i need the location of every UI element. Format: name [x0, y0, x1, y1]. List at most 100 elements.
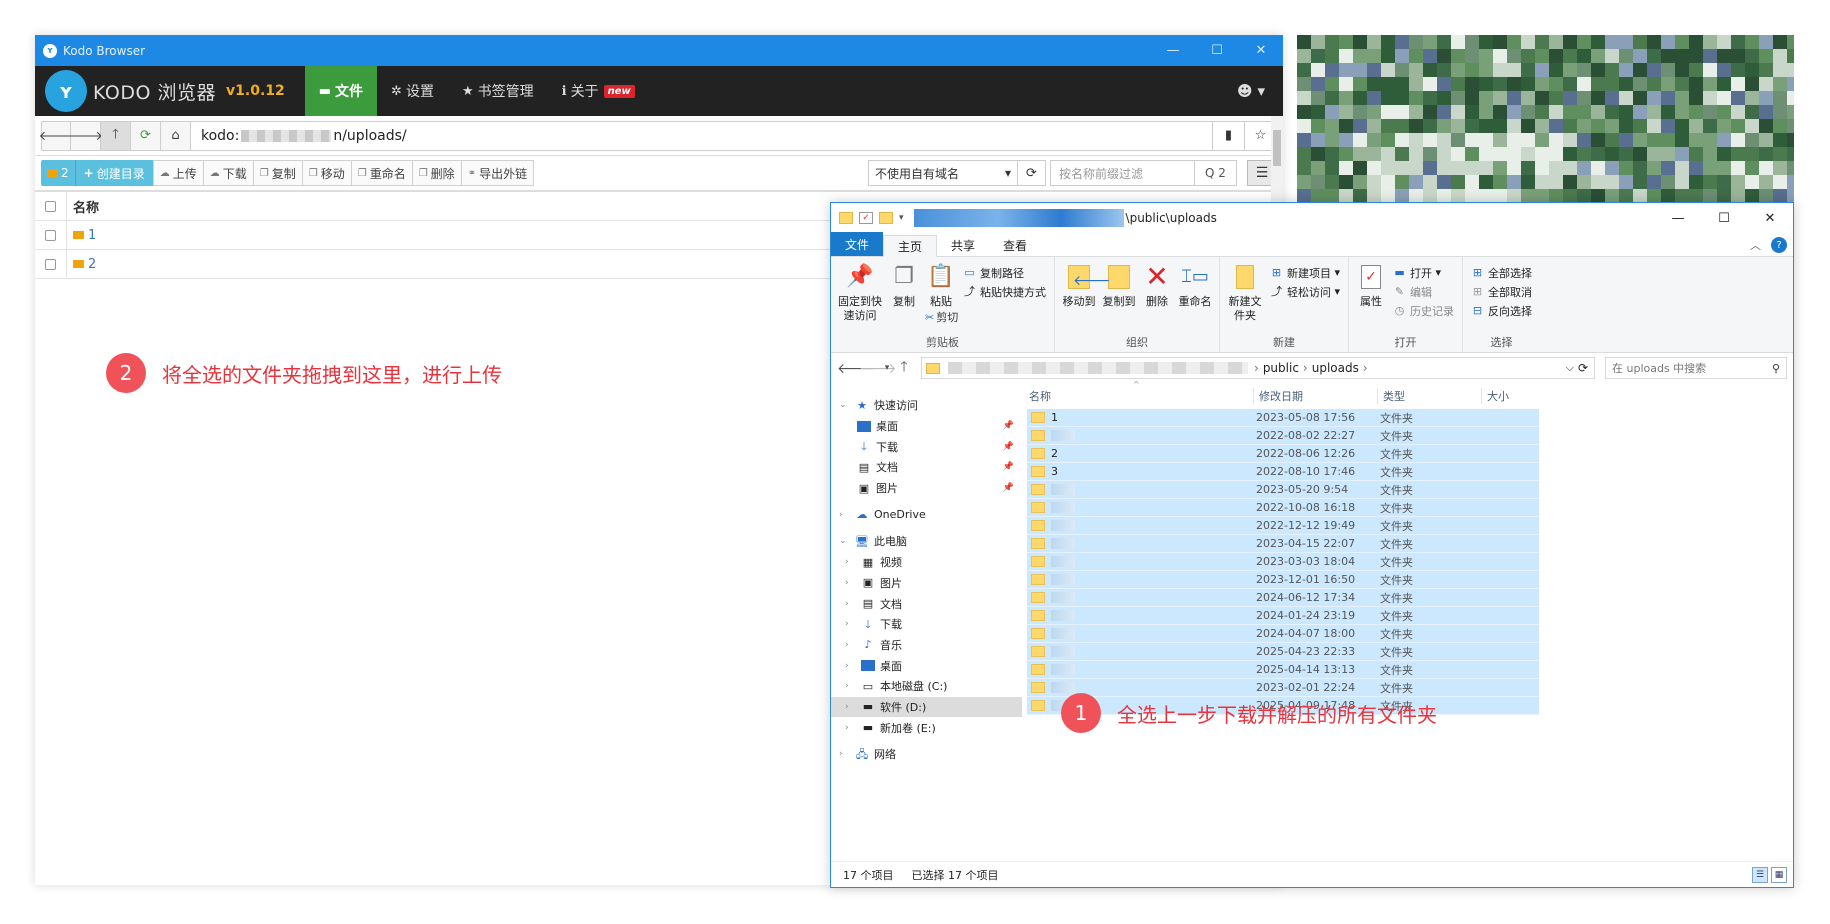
forward-button[interactable]: 🡒	[68, 120, 103, 151]
rename-button[interactable]: ❐ 重命名	[351, 160, 413, 186]
explorer-search-input[interactable]: 在 uploads 中搜索 ⚲	[1605, 357, 1787, 379]
breadcrumb-uploads[interactable]: uploads	[1312, 361, 1359, 375]
details-view-icon[interactable]: ☰	[1752, 866, 1768, 883]
nav-pc-desktop[interactable]: › 桌面	[831, 655, 1022, 676]
home-button[interactable]: ⌂	[161, 120, 191, 151]
column-modified[interactable]: 修改日期	[1253, 388, 1377, 404]
nav-pc-drive-e[interactable]: › ▬ 新加卷 (E:)	[831, 717, 1022, 738]
copy-to-button[interactable]: 复制到	[1099, 261, 1139, 334]
bookmark-button[interactable]: ▮	[1213, 120, 1245, 151]
recent-locations-button[interactable]: ▾	[881, 363, 893, 373]
help-icon[interactable]: ?	[1771, 237, 1787, 253]
copy-button[interactable]: ❐ 复制	[253, 160, 303, 186]
refresh-button[interactable]: ⟳	[131, 120, 161, 151]
list-item[interactable]: 2023-03-03 18:04 文件夹	[1027, 553, 1539, 571]
row-name[interactable]: 1	[67, 228, 96, 243]
back-button[interactable]: 🡐	[837, 360, 875, 377]
list-item[interactable]: 2023-12-01 16:50 文件夹	[1027, 571, 1539, 589]
header-name[interactable]: 名称	[67, 197, 99, 216]
nav-bookmarks[interactable]: ★ 书签管理	[448, 66, 548, 116]
nav-pc-documents[interactable]: › ▤ 文档	[831, 593, 1022, 614]
row-name[interactable]: 2	[67, 257, 96, 272]
list-item[interactable]: 2024-06-12 17:34 文件夹	[1027, 589, 1539, 607]
minimize-button[interactable]: —	[1655, 211, 1701, 226]
properties-icon[interactable]: ✓	[859, 212, 873, 224]
nav-quick-downloads[interactable]: 🡓 下载 📌	[831, 436, 1022, 457]
easy-access-button[interactable]: ⤴ 轻松访问 ▾	[1270, 282, 1340, 301]
upload-button[interactable]: ☁ 上传	[152, 160, 204, 186]
tab-view[interactable]: 查看	[989, 234, 1041, 256]
select-all-button[interactable]: ⊞ 全部选择	[1471, 263, 1532, 282]
column-size[interactable]: 大小	[1481, 388, 1551, 404]
filter-input[interactable]: 按名称前缀过滤	[1050, 160, 1195, 186]
nav-quick-access[interactable]: ⌄ ★ 快速访问	[831, 395, 1022, 416]
delete-button[interactable]: ✕ 删除	[1139, 261, 1175, 334]
edit-button[interactable]: ✎ 编辑	[1393, 282, 1454, 301]
maximize-button[interactable]: ☐	[1701, 211, 1747, 226]
nav-pc-downloads[interactable]: › 🡓 下载	[831, 614, 1022, 635]
new-folder-button[interactable]: 新建文件夹	[1224, 261, 1266, 334]
nav-pc-videos[interactable]: › ▦ 视频	[831, 552, 1022, 573]
list-item[interactable]: 2022-12-12 19:49 文件夹	[1027, 517, 1539, 535]
move-to-button[interactable]: 🡐 移动到	[1059, 261, 1111, 334]
new-folder-icon[interactable]	[879, 212, 893, 224]
explorer-address-bar[interactable]: › public › uploads › ⌵ ⟳	[921, 357, 1595, 379]
domain-refresh-button[interactable]: ⟳	[1018, 160, 1046, 186]
paste-button[interactable]: 📋 粘贴	[923, 261, 959, 309]
address-dropdown-icon[interactable]: ⌵	[1566, 361, 1578, 375]
rename-button[interactable]: ⌶▭ 重命名	[1175, 261, 1215, 334]
nav-about[interactable]: ℹ 关于 new	[548, 66, 649, 116]
select-none-button[interactable]: ⊞ 全部取消	[1471, 282, 1532, 301]
tab-file[interactable]: 文件	[831, 232, 884, 256]
close-button[interactable]: ✕	[1239, 43, 1283, 58]
delete-button[interactable]: ❐ 删除	[412, 160, 462, 186]
move-button[interactable]: ❐ 移动	[302, 160, 352, 186]
list-item[interactable]: 2022-08-02 22:27 文件夹	[1027, 427, 1539, 445]
refresh-icon[interactable]: ⟳	[1578, 361, 1594, 375]
tab-home[interactable]: 主页	[883, 235, 938, 257]
nav-network[interactable]: › 🖧 网络	[831, 744, 1022, 765]
history-button[interactable]: ◷ 历史记录	[1393, 301, 1454, 320]
copy-button[interactable]: ❐ 复制	[885, 261, 923, 334]
forward-button[interactable]: 🡒	[859, 360, 897, 377]
download-button[interactable]: ☁ 下载	[203, 160, 254, 186]
list-item[interactable]: 2023-05-20 9:54 文件夹	[1027, 481, 1539, 499]
nav-pc-drive-d[interactable]: › ▬ 软件 (D:)	[831, 696, 1022, 718]
copy-path-button[interactable]: ▭ 复制路径	[963, 263, 1046, 282]
tab-share[interactable]: 共享	[937, 234, 989, 256]
domain-select[interactable]: 不使用自有域名 ▾	[868, 160, 1018, 186]
new-item-button[interactable]: ⊞ 新建项目 ▾	[1270, 263, 1340, 282]
list-item[interactable]: 2024-04-07 18:00 文件夹	[1027, 625, 1539, 643]
nav-pc-music[interactable]: › ♪ 音乐	[831, 635, 1022, 656]
select-all-checkbox[interactable]	[35, 192, 67, 220]
pin-quick-access-button[interactable]: 📌 固定到快速访问	[835, 261, 885, 334]
nav-files[interactable]: ▬ 文件	[304, 66, 378, 116]
nav-this-pc[interactable]: ⌄ 🖥 此电脑	[831, 531, 1022, 552]
list-item[interactable]: 2024-01-24 23:19 文件夹	[1027, 607, 1539, 625]
open-button[interactable]: ▬ 打开 ▾	[1393, 263, 1454, 282]
list-item[interactable]: 3 2022-08-10 17:46 文件夹	[1027, 463, 1539, 481]
nav-onedrive[interactable]: › ☁ OneDrive	[831, 504, 1022, 525]
up-button[interactable]: 🡑	[893, 356, 915, 380]
list-item[interactable]: 1 2023-05-08 17:56 文件夹	[1027, 409, 1539, 427]
nav-pc-pictures[interactable]: › ▣ 图片	[831, 573, 1022, 594]
row-checkbox[interactable]	[35, 250, 67, 278]
list-item[interactable]: 2025-04-23 22:33 文件夹	[1027, 643, 1539, 661]
minimize-button[interactable]: —	[1151, 43, 1195, 58]
list-item[interactable]: 2025-04-14 13:13 文件夹	[1027, 661, 1539, 679]
ribbon-collapse-icon[interactable]: ︿	[1750, 237, 1761, 253]
breadcrumb-public[interactable]: public	[1263, 361, 1299, 375]
quick-access-dropdown-icon[interactable]: ▾	[899, 213, 904, 223]
invert-selection-button[interactable]: ⊟ 反向选择	[1471, 301, 1532, 320]
list-item[interactable]: 2 2022-08-06 12:26 文件夹	[1027, 445, 1539, 463]
maximize-button[interactable]: ☐	[1195, 43, 1239, 58]
row-checkbox[interactable]	[35, 221, 67, 249]
create-dir-button[interactable]: + 创建目录	[74, 160, 153, 186]
large-icons-view-icon[interactable]: ▦	[1771, 866, 1787, 883]
column-type[interactable]: 类型	[1377, 388, 1481, 404]
nav-quick-documents[interactable]: ▤ 文档 📌	[831, 457, 1022, 478]
nav-quick-desktop[interactable]: 桌面 📌	[831, 416, 1022, 437]
list-item[interactable]: 2022-10-08 16:18 文件夹	[1027, 499, 1539, 517]
column-name[interactable]: 名称	[1029, 388, 1253, 404]
paste-shortcut-button[interactable]: ⤴ 粘贴快捷方式	[963, 282, 1046, 301]
